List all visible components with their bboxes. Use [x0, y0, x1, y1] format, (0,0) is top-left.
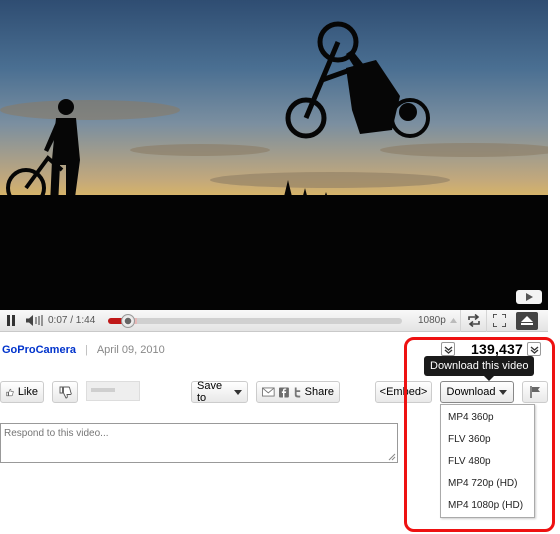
dislike-button[interactable] [52, 381, 78, 403]
download-option-mp4-720p[interactable]: MP4 720p (HD) [441, 473, 534, 495]
scrubber-handle[interactable] [120, 313, 135, 328]
info-separator: | [84, 344, 88, 356]
chevron-up-icon [449, 318, 457, 323]
caret-down-icon [499, 389, 508, 395]
quality-selector[interactable]: 1080p [418, 315, 460, 326]
share-label: Share [304, 386, 334, 398]
more-info-toggle[interactable] [441, 342, 455, 356]
download-label: Download [446, 386, 496, 398]
embed-button[interactable]: <Embed> [375, 381, 432, 403]
save-to-label: Save to [197, 380, 223, 404]
loop-button[interactable] [460, 309, 486, 332]
upload-date: April 09, 2010 [96, 344, 165, 356]
download-menu: MP4 360p FLV 360p FLV 480p MP4 720p (HD)… [440, 404, 535, 518]
comment-input[interactable] [0, 423, 398, 463]
views-box: 139,437 [441, 341, 542, 357]
eject-icon [521, 316, 533, 325]
youtube-logo[interactable] [516, 290, 542, 304]
facebook-icon [278, 387, 289, 397]
stats-toggle[interactable] [527, 342, 542, 356]
fullscreen-button[interactable] [486, 309, 512, 332]
ratings-bar [86, 381, 140, 401]
ratings-fill [91, 388, 115, 392]
save-to-button[interactable]: Save to [191, 380, 248, 404]
download-option-mp4-360p[interactable]: MP4 360p [441, 407, 534, 429]
thumbs-up-icon [6, 388, 14, 396]
quality-label: 1080p [418, 315, 446, 326]
twitter-icon [294, 387, 300, 397]
like-button[interactable]: Like [0, 381, 44, 403]
pause-icon [7, 315, 15, 326]
like-label: Like [17, 386, 38, 398]
volume-button[interactable] [22, 310, 48, 332]
download-button[interactable]: Download [440, 381, 514, 403]
flag-icon [529, 386, 540, 398]
flag-button[interactable] [522, 381, 548, 403]
download-option-mp4-1080p[interactable]: MP4 1080p (HD) [441, 495, 534, 517]
chevron-down-icon [530, 346, 538, 354]
play-icon [526, 293, 533, 301]
download-option-flv-360p[interactable]: FLV 360p [441, 429, 534, 451]
download-tooltip: Download this video [424, 356, 535, 381]
loop-icon [467, 314, 480, 327]
time-display: 0:07 / 1:44 [48, 315, 96, 326]
video-frame[interactable] [0, 0, 548, 310]
embed-label: <Embed> [379, 386, 428, 398]
video-ground [0, 195, 548, 310]
pause-button[interactable] [0, 310, 22, 332]
view-count: 139,437 [471, 341, 524, 357]
caret-down-icon [234, 389, 242, 395]
progress-bar[interactable] [108, 313, 402, 328]
resize-grip-icon[interactable] [388, 453, 396, 461]
volume-icon [26, 315, 43, 326]
email-icon [262, 387, 275, 397]
fullscreen-icon [493, 314, 506, 327]
thumbs-down-icon [59, 386, 72, 398]
eject-button[interactable] [516, 311, 538, 330]
chevron-down-icon [444, 346, 452, 354]
player-controls: 0:07 / 1:44 1080p [0, 309, 548, 332]
download-option-flv-480p[interactable]: FLV 480p [441, 451, 534, 473]
share-button[interactable]: Share [256, 381, 340, 403]
channel-link[interactable]: GoProCamera [2, 344, 76, 356]
